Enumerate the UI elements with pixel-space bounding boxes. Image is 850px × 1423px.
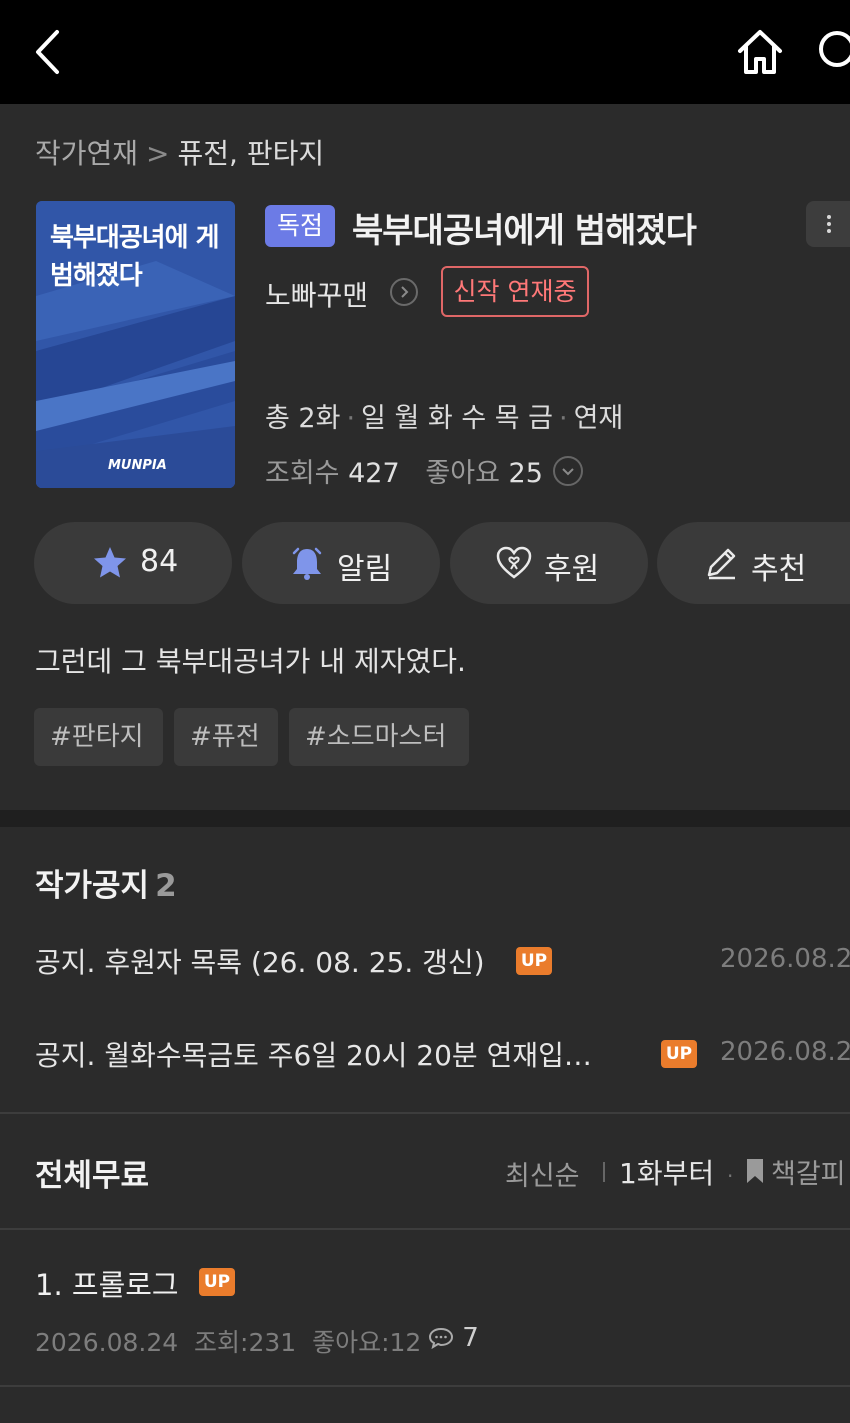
sponsor-label: 후원 — [544, 552, 600, 587]
more-options-button[interactable] — [806, 201, 850, 247]
sort-dot: · — [727, 1164, 734, 1188]
breadcrumb: 작가연재 > 퓨전, 판타지 — [35, 132, 324, 172]
notice-text: 공지. 후원자 목록 (26. 08. 25. 갱신) — [35, 946, 485, 979]
notice-text: 공지. 월화수목금토 주6일 20시 20분 연재입… — [35, 1039, 592, 1072]
likes-label: 좋아요 — [425, 458, 500, 489]
views-count: 427 — [348, 458, 400, 489]
alarm-button[interactable]: 알림 — [242, 522, 440, 604]
author-name[interactable]: 노빠꾸맨 — [265, 274, 368, 314]
pencil-icon — [707, 548, 736, 580]
serial-type: 연재 — [573, 403, 624, 434]
book-cover[interactable]: 북부대공녀에 게 범해졌다 MUNPIA — [36, 201, 235, 488]
comment-icon — [428, 1327, 454, 1350]
divider — [0, 1228, 850, 1230]
sort-separator — [603, 1162, 605, 1182]
expand-chevron-icon[interactable] — [553, 456, 583, 486]
favorite-count: 84 — [140, 544, 179, 579]
star-icon — [94, 547, 126, 578]
favorite-button[interactable]: 84 — [34, 522, 232, 604]
episode-title[interactable]: 1. 프롤로그 — [35, 1262, 179, 1304]
alarm-label: 알림 — [337, 552, 393, 587]
author-chevron-icon[interactable] — [390, 278, 418, 306]
cover-title: 북부대공녀에 게 범해졌다 — [50, 223, 220, 291]
breadcrumb-separator: > — [146, 137, 170, 170]
exclusive-badge: 독점 — [265, 205, 335, 247]
recommend-button[interactable]: 추천 — [657, 522, 850, 604]
heart-icon — [496, 546, 532, 579]
notice-section-title: 작가공지 2 — [35, 860, 177, 905]
bookmark-button[interactable]: 책갈피 — [771, 1152, 846, 1191]
more-dot-icon — [827, 222, 831, 226]
notice-title: 작가공지 — [35, 868, 150, 904]
more-dot-icon — [827, 229, 831, 233]
likes-count: 25 — [508, 458, 543, 489]
episode-views: 조회:231 — [194, 1328, 297, 1357]
more-dot-icon — [827, 215, 831, 219]
divider — [0, 1385, 850, 1387]
notice-row[interactable]: 공지. 월화수목금토 주6일 20시 20분 연재입… — [35, 1034, 592, 1074]
episode-section-title: 전체무료 — [35, 1158, 150, 1194]
up-badge: UP — [516, 947, 552, 975]
section-gap — [0, 810, 850, 827]
breadcrumb-root[interactable]: 작가연재 — [35, 137, 138, 170]
search-icon[interactable] — [815, 27, 850, 77]
top-bar — [0, 0, 850, 104]
tag-item[interactable]: #소드마스터 — [289, 708, 469, 766]
notice-count: 2 — [155, 868, 177, 904]
breadcrumb-current[interactable]: 퓨전, 판타지 — [178, 137, 325, 170]
comment-count: 7 — [462, 1323, 479, 1353]
total-episodes: 총 2화 — [265, 403, 341, 434]
up-badge: UP — [199, 1268, 235, 1296]
notice-row[interactable]: 공지. 후원자 목록 (26. 08. 25. 갱신) — [35, 941, 485, 981]
sponsor-button[interactable]: 후원 — [450, 522, 648, 604]
cover-publisher-logo: MUNPIA — [108, 458, 167, 473]
tag-item[interactable]: #퓨전 — [174, 708, 278, 766]
notice-date: 2026.08.24 — [720, 1037, 850, 1067]
sort-first-button[interactable]: 1화부터 — [619, 1152, 714, 1192]
home-icon[interactable] — [735, 27, 785, 77]
up-badge: UP — [661, 1040, 697, 1068]
status-tag: 신작 연재중 — [441, 266, 589, 317]
bell-icon — [292, 547, 322, 580]
sort-latest-button[interactable]: 최신순 — [505, 1154, 580, 1193]
episode-comments: 7 — [428, 1323, 479, 1353]
serial-days: 일 월 화 수 목 금 — [361, 403, 553, 434]
notice-date: 2026.08.25 — [720, 944, 850, 974]
views-label: 조회수 — [265, 458, 340, 489]
novel-title: 북부대공녀에게 범해졌다 — [352, 211, 697, 251]
tag-item[interactable]: #판타지 — [34, 708, 163, 766]
episode-meta: 2026.08.24 조회:231 좋아요:12 — [35, 1323, 421, 1359]
novel-stats: 조회수 427 좋아요 25 — [265, 451, 543, 490]
synopsis: 그런데 그 북부대공녀가 내 제자였다. — [35, 645, 466, 678]
serial-info: 총 2화 · 일 월 화 수 목 금 · 연재 — [265, 403, 624, 434]
episode-likes: 좋아요:12 — [312, 1328, 422, 1357]
bookmark-icon[interactable] — [745, 1157, 765, 1185]
divider — [0, 1112, 850, 1114]
back-chevron-icon[interactable] — [33, 29, 63, 75]
recommend-label: 추천 — [751, 552, 807, 587]
episode-date: 2026.08.24 — [35, 1328, 179, 1357]
